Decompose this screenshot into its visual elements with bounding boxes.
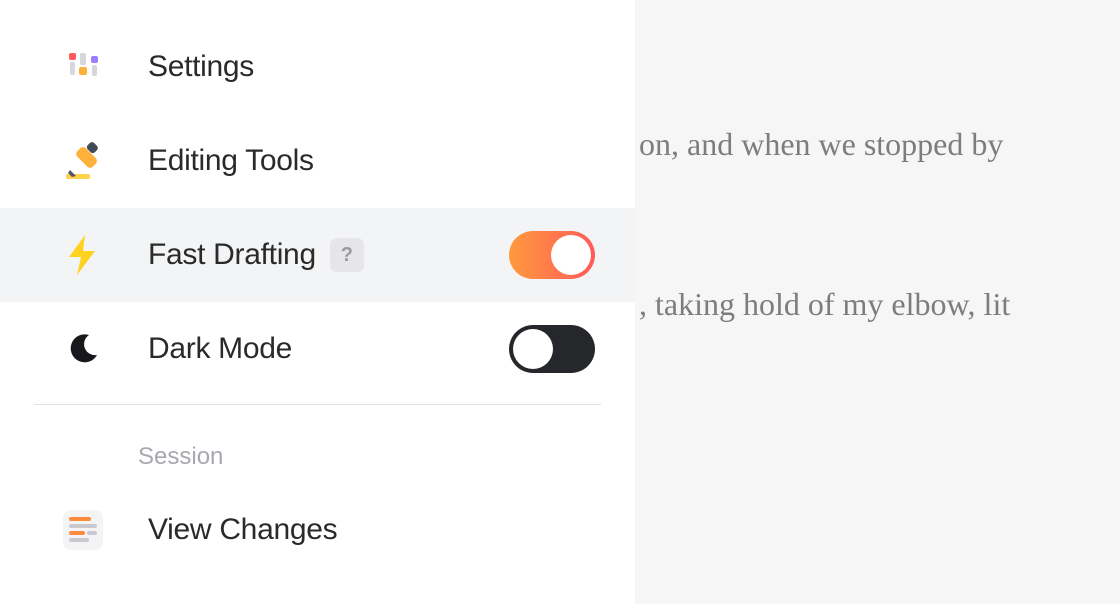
menu-item-view-changes[interactable]: View Changes — [0, 483, 635, 577]
lightning-icon — [60, 232, 106, 278]
menu-item-label: Fast Drafting — [148, 238, 316, 272]
toggle-knob — [551, 235, 591, 275]
toggle-knob — [513, 329, 553, 369]
section-header-session: Session — [0, 405, 635, 483]
menu-item-label: View Changes — [148, 513, 337, 547]
settings-icon — [60, 44, 106, 90]
menu-item-label: Settings — [148, 50, 254, 84]
menu-item-label: Dark Mode — [148, 332, 292, 366]
menu-item-label: Editing Tools — [148, 144, 314, 178]
document-preview: on, and when we stopped by , taking hold… — [635, 0, 1120, 604]
dark-mode-toggle[interactable] — [509, 325, 595, 373]
menu-item-settings[interactable]: Settings — [0, 20, 635, 114]
menu-item-editing-tools[interactable]: Editing Tools — [0, 114, 635, 208]
document-line: ing off,” he insisted. “I want y — [639, 599, 1120, 604]
pencil-icon — [60, 138, 106, 184]
menu-item-dark-mode[interactable]: Dark Mode — [0, 302, 635, 396]
help-icon[interactable]: ? — [330, 238, 364, 272]
menu-item-fast-drafting[interactable]: Fast Drafting ? — [0, 208, 635, 302]
moon-icon — [60, 326, 106, 372]
document-line: on, and when we stopped by — [639, 118, 1120, 171]
document-text: on, and when we stopped by , taking hold… — [635, 0, 1120, 604]
changes-icon — [60, 507, 106, 553]
fast-drafting-toggle[interactable] — [509, 231, 595, 279]
document-line: , taking hold of my elbow, lit — [639, 278, 1120, 331]
settings-sidebar: Settings Editing Tools Fast Drafting ? — [0, 0, 635, 604]
